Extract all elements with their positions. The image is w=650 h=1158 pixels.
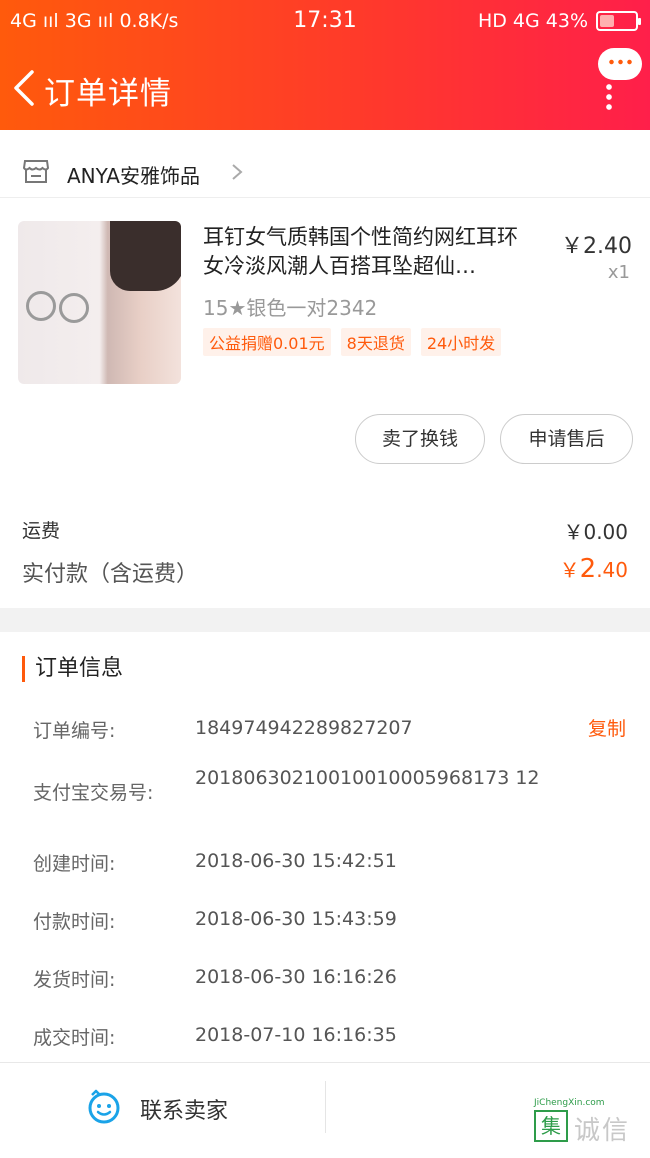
message-bubble-icon[interactable] — [598, 48, 642, 80]
chat-icon — [88, 1089, 120, 1124]
order-info-card: 订单信息 订单编号: 184974942289827207 复制 支付宝交易号:… — [0, 632, 650, 1062]
contact-seller-label: 联系卖家 — [140, 1099, 229, 1124]
paid-decimal: .40 — [596, 558, 628, 582]
nav-bar: 订单详情 — [0, 48, 650, 122]
tag-charity: 公益捐赠0.01元 — [203, 328, 331, 356]
alipay-trade-value: 20180630210010010005968173 12 — [195, 767, 540, 789]
tag-shipping: 24小时发 — [420, 328, 502, 356]
shipping-value: ￥0.00 — [563, 520, 628, 544]
store-icon — [22, 160, 50, 183]
system-status-text: HD 4G 43% — [477, 10, 588, 32]
order-info-title: 订单信息 — [22, 656, 123, 682]
status-bar: 4G ııl 3G ııl 0.8K/s 17:31 HD 4G 43% — [0, 0, 650, 44]
shipped-time-label: 发货时间: — [33, 969, 116, 991]
service-tags: 公益捐赠0.01元 8天退货 24小时发 — [203, 328, 502, 356]
completed-time-label: 成交时间: — [33, 1027, 116, 1049]
shop-link[interactable]: ANYA安雅饰品 — [0, 148, 650, 198]
battery-icon — [596, 11, 641, 31]
completed-time-value: 2018-07-10 16:16:35 — [195, 1024, 397, 1046]
product-price: ￥2.40 — [561, 234, 632, 259]
chevron-right-icon — [232, 164, 243, 180]
header: 4G ııl 3G ııl 0.8K/s 17:31 HD 4G 43% 订单详… — [0, 0, 650, 130]
system-status: HD 4G 43% — [477, 10, 641, 32]
bottom-divider — [325, 1081, 326, 1133]
shipped-time-value: 2018-06-30 16:16:26 — [195, 966, 397, 988]
more-options-icon[interactable] — [606, 82, 612, 112]
order-number-value: 184974942289827207 — [195, 717, 413, 739]
paid-integer: 2 — [579, 554, 597, 584]
paid-label: 实付款（含运费） — [22, 562, 199, 587]
created-time-label: 创建时间: — [33, 853, 116, 875]
back-icon[interactable] — [10, 68, 40, 108]
created-time-value: 2018-06-30 15:42:51 — [195, 850, 397, 872]
sell-button[interactable]: 卖了换钱 — [355, 414, 485, 464]
paid-value: ￥2.40 — [560, 554, 628, 584]
watermark-url: JiChengXin.com — [534, 1098, 605, 1108]
page-title: 订单详情 — [44, 76, 172, 112]
paid-currency: ￥ — [559, 558, 580, 582]
order-item-card: ANYA安雅饰品 耳钉女气质韩国个性简约网红耳环女冷淡风潮人百搭耳坠超仙… ￥2… — [0, 130, 650, 608]
order-number-label: 订单编号: — [33, 720, 116, 742]
tag-return: 8天退货 — [340, 328, 411, 356]
product-quantity: x1 — [607, 262, 630, 283]
shipping-label: 运费 — [22, 520, 61, 542]
shop-name: ANYA安雅饰品 — [67, 164, 200, 188]
product-title[interactable]: 耳钉女气质韩国个性简约网红耳环女冷淡风潮人百搭耳坠超仙… — [203, 223, 538, 281]
watermark-logo: JiChengXin.com 集 诚信 — [534, 1098, 646, 1156]
paid-time-label: 付款时间: — [33, 911, 116, 933]
copy-button[interactable]: 复制 — [588, 714, 626, 741]
alipay-trade-label: 支付宝交易号: — [33, 782, 154, 804]
product-image[interactable] — [18, 221, 181, 384]
paid-time-value: 2018-06-30 15:43:59 — [195, 908, 397, 930]
watermark-box: 集 — [534, 1110, 568, 1142]
watermark-text: 诚信 — [574, 1116, 631, 1146]
after-sale-button[interactable]: 申请售后 — [500, 414, 633, 464]
product-sku: 15★银色一对2342 — [203, 296, 378, 320]
